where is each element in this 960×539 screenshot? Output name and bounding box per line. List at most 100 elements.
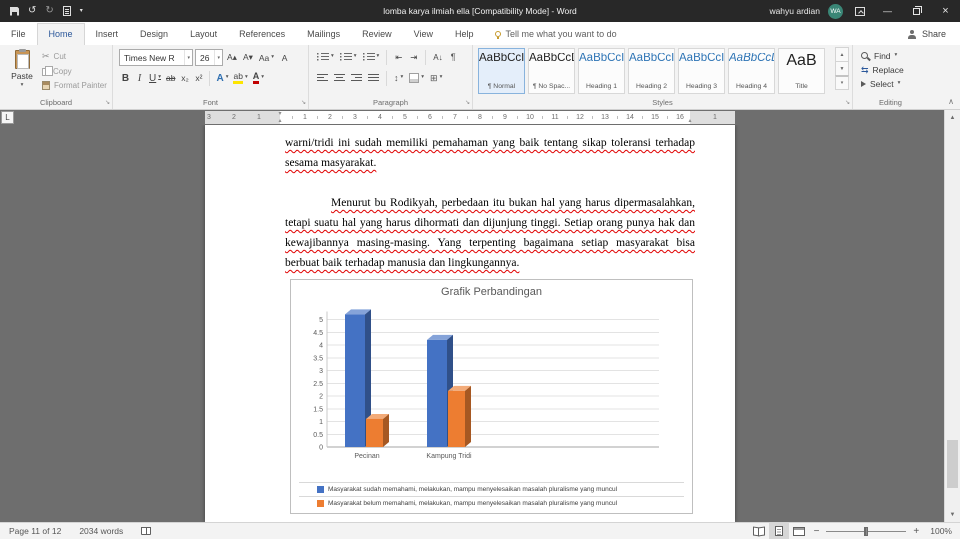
font-size-combobox[interactable]: 26 ▾ bbox=[195, 49, 223, 66]
tab-insert[interactable]: Insert bbox=[85, 24, 130, 45]
word-window: ↺ ↻ ▾ lomba karya ilmiah ella [Compatibi… bbox=[0, 0, 960, 539]
embedded-chart[interactable]: Grafik Perbandingan 0 0.5 1 1.5 2 2.5 3 3.5 4 4.5… bbox=[290, 279, 693, 514]
avatar[interactable]: WA bbox=[828, 3, 843, 19]
cut-button[interactable]: ✂ Cut bbox=[42, 52, 107, 62]
justify-button[interactable] bbox=[366, 70, 381, 86]
shading-button[interactable]: ▾ bbox=[407, 70, 426, 86]
undo-icon[interactable]: ↺ bbox=[28, 6, 36, 16]
align-right-button[interactable] bbox=[349, 70, 364, 86]
tab-file[interactable]: File bbox=[0, 24, 37, 45]
save-icon[interactable] bbox=[10, 6, 19, 16]
format-painter-button[interactable]: Format Painter bbox=[42, 81, 107, 90]
shrink-font-button[interactable]: A▾ bbox=[241, 50, 255, 66]
increase-indent-button[interactable]: ⇥ bbox=[407, 49, 420, 65]
close-button[interactable]: × bbox=[931, 0, 960, 22]
page-number-indicator[interactable]: Page 11 of 12 bbox=[0, 526, 70, 536]
paste-dropdown-icon[interactable]: ▾ bbox=[21, 82, 24, 89]
highlight-button[interactable]: ab ▾ bbox=[231, 70, 249, 86]
scroll-up-icon[interactable]: ▲ bbox=[945, 110, 960, 125]
gallery-scroll-down-icon[interactable]: ▼ bbox=[835, 61, 849, 76]
zoom-out-button[interactable]: − bbox=[809, 526, 825, 537]
zoom-in-button[interactable]: + bbox=[908, 526, 924, 537]
text-effects-button[interactable]: A ▾ bbox=[214, 70, 230, 86]
gallery-scroll-up-icon[interactable]: ▲ bbox=[835, 47, 849, 62]
touch-mode-icon[interactable] bbox=[62, 6, 71, 16]
tab-help[interactable]: Help bbox=[444, 24, 485, 45]
share-button[interactable]: Share bbox=[894, 29, 960, 45]
read-mode-button[interactable] bbox=[749, 523, 769, 539]
align-left-icon bbox=[317, 73, 328, 83]
vertical-scrollbar[interactable]: ▲ ▼ bbox=[944, 110, 960, 522]
tab-review[interactable]: Review bbox=[351, 24, 403, 45]
style-heading-1[interactable]: AaBbCcI Heading 1 bbox=[578, 48, 625, 94]
bold-button[interactable]: B bbox=[119, 70, 132, 86]
multilevel-list-button[interactable]: ▾ bbox=[361, 49, 382, 65]
web-layout-button[interactable] bbox=[789, 523, 809, 539]
clear-formatting-button[interactable]: A bbox=[278, 50, 291, 66]
style-no-spac[interactable]: AaBbCcDc ¶ No Spac... bbox=[528, 48, 575, 94]
user-name[interactable]: wahyu ardian bbox=[769, 6, 820, 16]
style-normal[interactable]: AaBbCcI ¶ Normal bbox=[478, 48, 525, 94]
print-layout-button[interactable] bbox=[768, 523, 789, 539]
style-heading-2[interactable]: AaBbCcI Heading 2 bbox=[628, 48, 675, 94]
tab-mailings[interactable]: Mailings bbox=[296, 24, 351, 45]
tab-references[interactable]: References bbox=[228, 24, 296, 45]
right-indent-marker[interactable]: ▴ bbox=[688, 118, 691, 124]
style-heading-4[interactable]: AaBbCcDc Heading 4 bbox=[728, 48, 775, 94]
ruler[interactable]: ▾ ▴ ▴ 3 2 1 1 2 3 4 5 6 7 8 9 10 11 12 13 14 15 16 1 bbox=[205, 111, 735, 124]
paste-button[interactable]: Paste ▾ bbox=[6, 49, 38, 102]
style-heading-3[interactable]: AaBbCcI Heading 3 bbox=[678, 48, 725, 94]
proofing-status-button[interactable] bbox=[132, 527, 160, 535]
font-size-dropdown-icon[interactable]: ▾ bbox=[214, 50, 222, 65]
style-title[interactable]: AaB Title bbox=[778, 48, 825, 94]
strikethrough-button[interactable]: ab bbox=[164, 70, 177, 86]
zoom-slider-thumb[interactable] bbox=[864, 526, 869, 536]
minimize-button[interactable]: — bbox=[873, 0, 902, 22]
grow-font-button[interactable]: A▴ bbox=[225, 50, 239, 66]
bullets-button[interactable]: ▾ bbox=[315, 49, 336, 65]
align-center-button[interactable] bbox=[332, 70, 347, 86]
paragraph[interactable]: Menurut bu Rodikyah, perbedaan itu bukan… bbox=[285, 193, 695, 273]
sort-button[interactable]: A↓ bbox=[431, 49, 444, 65]
zoom-slider[interactable] bbox=[826, 526, 907, 537]
italic-button[interactable]: I bbox=[133, 70, 146, 86]
borders-button[interactable]: ⊞ ▾ bbox=[428, 70, 444, 86]
line-spacing-button[interactable]: ↕ ▾ bbox=[392, 70, 405, 86]
tab-selector[interactable]: L bbox=[1, 111, 14, 124]
tab-design[interactable]: Design bbox=[129, 24, 179, 45]
font-name-combobox[interactable]: Times New R ▾ bbox=[119, 49, 193, 66]
page[interactable]: warni/tridi ini sudah memiliki pemahaman… bbox=[205, 125, 735, 522]
tab-layout[interactable]: Layout bbox=[179, 24, 228, 45]
decrease-indent-button[interactable]: ⇤ bbox=[392, 49, 405, 65]
word-count-indicator[interactable]: 2034 words bbox=[70, 526, 132, 536]
ribbon-display-options-icon[interactable] bbox=[855, 6, 865, 16]
superscript-button[interactable]: x² bbox=[192, 70, 205, 86]
tell-me-box[interactable]: Tell me what you want to do bbox=[485, 29, 627, 45]
show-hide-marks-button[interactable]: ¶ bbox=[447, 49, 460, 65]
collapse-ribbon-button[interactable]: ∧ bbox=[948, 98, 954, 106]
qat-customize-icon[interactable]: ▾ bbox=[80, 8, 83, 14]
tab-view[interactable]: View bbox=[403, 24, 444, 45]
hanging-indent-marker[interactable]: ▴ bbox=[278, 118, 281, 124]
font-name-dropdown-icon[interactable]: ▾ bbox=[184, 50, 192, 65]
redo-icon[interactable]: ↻ bbox=[45, 6, 53, 16]
first-line-indent-marker[interactable]: ▾ bbox=[278, 111, 281, 117]
gallery-more-icon[interactable]: ▾ bbox=[835, 75, 849, 90]
change-case-button[interactable]: Aa ▾ bbox=[257, 50, 276, 66]
copy-button[interactable]: Copy bbox=[42, 66, 107, 76]
tab-home[interactable]: Home bbox=[36, 23, 85, 46]
legend-item: Masyarakat sudah memahami, melakukan, ma… bbox=[299, 481, 684, 496]
numbering-button[interactable]: ▾ bbox=[338, 49, 359, 65]
align-left-button[interactable] bbox=[315, 70, 330, 86]
paragraph[interactable]: warni/tridi ini sudah memiliki pemahaman… bbox=[285, 133, 695, 173]
find-button[interactable]: Find ▾ bbox=[861, 51, 904, 61]
replace-button[interactable]: ⇆ Replace bbox=[861, 65, 904, 75]
font-color-button[interactable]: A ▾ bbox=[251, 70, 266, 86]
underline-button[interactable]: U ▾ bbox=[147, 70, 163, 86]
restore-button[interactable] bbox=[902, 0, 931, 22]
scrollbar-thumb[interactable] bbox=[947, 440, 958, 488]
subscript-button[interactable]: x₂ bbox=[178, 70, 191, 86]
select-button[interactable]: Select ▾ bbox=[861, 79, 904, 89]
scroll-down-icon[interactable]: ▼ bbox=[945, 507, 960, 522]
zoom-level[interactable]: 100% bbox=[924, 526, 952, 536]
